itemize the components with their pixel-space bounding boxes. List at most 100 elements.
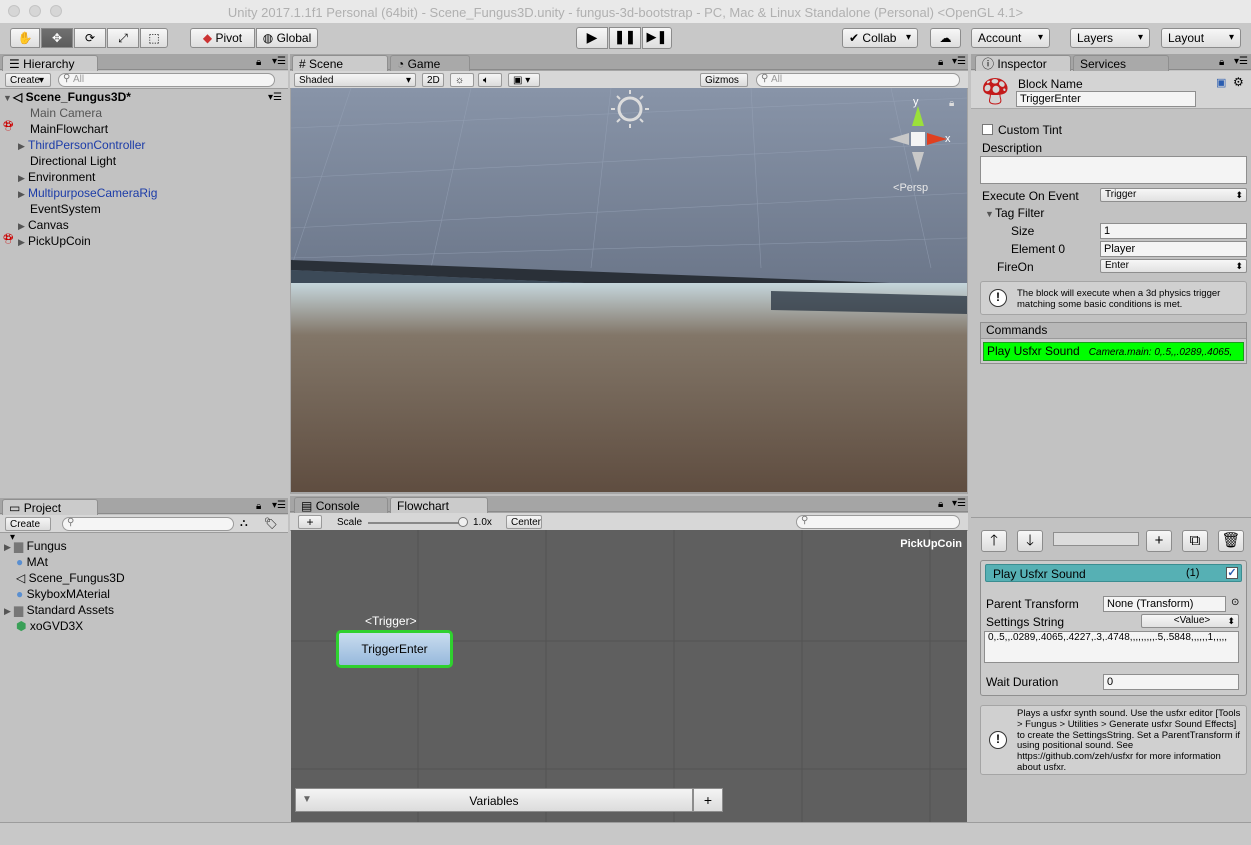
hierarchy-item[interactable]: ▶ PickUpCoin (18, 233, 91, 249)
tab-inspector[interactable]: ⓘ Inspector (975, 55, 1071, 71)
scene-search-input[interactable]: All (756, 73, 960, 87)
gizmo-lock-icon[interactable]: 🔒︎ (949, 98, 954, 109)
gear-icon[interactable]: ⚙ (1233, 75, 1244, 89)
audio-toggle[interactable]: 🔈︎ (478, 73, 502, 87)
move-tool-button[interactable]: ✥ (41, 28, 73, 48)
center-button[interactable]: Center (506, 515, 542, 529)
shading-mode-dropdown[interactable]: Shaded ▾ (294, 73, 416, 87)
gizmos-dropdown[interactable]: Gizmos ▾ (700, 73, 748, 99)
command-search-field[interactable] (1053, 532, 1139, 546)
tab-console[interactable]: ▤ Console (294, 497, 388, 513)
block-trigger-enter[interactable]: TriggerEnter (336, 630, 453, 668)
project-item[interactable]: ▶ ▆ Standard Assets (4, 602, 114, 618)
project-search-input[interactable] (62, 517, 234, 531)
panel-menu-icon[interactable]: ▾☰ (952, 56, 966, 67)
help-book-icon[interactable]: ▣ (1216, 76, 1226, 89)
command-enabled-checkbox[interactable]: ✓ (1226, 567, 1238, 579)
hierarchy-item[interactable]: EventSystem (30, 201, 101, 217)
settings-string-mode-dropdown[interactable]: <Value> (1141, 614, 1239, 628)
execute-on-event-dropdown[interactable]: Trigger (1100, 188, 1247, 202)
filter-label-icon[interactable]: 🏷︎ (264, 517, 278, 530)
filter-type-icon[interactable]: ⛬ (240, 517, 248, 530)
cloud-button[interactable]: ☁ (930, 28, 961, 48)
command-header-bar[interactable]: Play Usfxr Sound (1) ✓ (985, 564, 1242, 582)
tag-filter-foldout[interactable]: ▼Tag Filter (985, 206, 1044, 220)
element0-field[interactable]: Player (1100, 241, 1247, 257)
lock-icon[interactable]: 🔒︎ (938, 57, 943, 68)
delete-command-button[interactable]: 🗑︎ (1218, 530, 1244, 552)
hand-tool-button[interactable]: ✋ (10, 28, 40, 48)
lock-icon[interactable]: 🔒︎ (256, 501, 261, 512)
inspector-splitter[interactable] (971, 517, 1251, 523)
add-block-button[interactable]: + (298, 515, 322, 529)
panel-menu-icon[interactable]: ▾☰ (272, 56, 286, 67)
pivot-toggle[interactable]: ◆ Pivot (190, 28, 255, 48)
variables-bar[interactable]: ▼ Variables (295, 788, 693, 812)
lock-icon[interactable]: 🔒︎ (256, 57, 261, 68)
size-field[interactable]: 1 (1100, 223, 1247, 239)
block-name-field[interactable]: TriggerEnter (1016, 91, 1196, 107)
description-textarea[interactable] (980, 156, 1247, 184)
rotate-tool-button[interactable]: ⟳ (74, 28, 106, 48)
hierarchy-item[interactable]: MainFlowchart (30, 121, 108, 137)
hierarchy-search-input[interactable]: All (58, 73, 275, 87)
tab-scene[interactable]: # Scene (292, 55, 388, 71)
flowchart-canvas[interactable]: PickUpCoin <Trigger> TriggerEnter ▼ Vari… (291, 530, 967, 822)
hierarchy-create-dropdown[interactable]: Create (5, 73, 51, 87)
add-variable-button[interactable]: + (693, 788, 723, 812)
hierarchy-item[interactable]: ▶ Canvas (18, 217, 69, 233)
panel-menu-icon[interactable]: ▾☰ (1234, 56, 1248, 67)
parent-transform-field[interactable]: None (Transform) (1103, 596, 1226, 612)
layers-dropdown[interactable]: Layers (1070, 28, 1150, 48)
lock-icon[interactable]: 🔒︎ (938, 499, 943, 510)
project-item[interactable]: ▶ ▆ Fungus (4, 538, 67, 554)
add-command-button[interactable]: + (1146, 530, 1172, 552)
tab-project[interactable]: ▭ Project (2, 499, 98, 515)
rect-tool-button[interactable]: ⬚ (140, 28, 168, 48)
lighting-toggle[interactable]: ☼ (450, 73, 474, 87)
2d-toggle[interactable]: 2D (422, 73, 444, 87)
hierarchy-item[interactable]: Main Camera (30, 105, 102, 121)
hierarchy-item[interactable]: Directional Light (30, 153, 116, 169)
move-command-up-button[interactable]: 🡑︎ (981, 530, 1007, 552)
tab-services[interactable]: Services (1073, 55, 1169, 71)
command-row-play-usfxr[interactable]: Play Usfxr Sound Camera.main: 0,.5,,.028… (983, 342, 1244, 361)
lock-icon[interactable]: 🔒︎ (1219, 57, 1224, 68)
tab-flowchart[interactable]: Flowchart (390, 497, 488, 513)
scale-slider-handle[interactable] (458, 517, 468, 527)
scale-slider-track[interactable] (368, 522, 464, 524)
play-button[interactable]: ▶ (576, 27, 608, 49)
project-create-dropdown[interactable]: Create ▾ (5, 517, 51, 543)
wait-duration-field[interactable]: 0 (1103, 674, 1239, 690)
effects-dropdown[interactable]: ▣ ▾ (508, 73, 540, 87)
flowchart-search-input[interactable] (796, 515, 960, 529)
scene-root-row[interactable]: ▼◁ Scene_Fungus3D* (3, 89, 131, 105)
hierarchy-item[interactable]: ▶ Environment (18, 169, 95, 185)
hierarchy-item[interactable]: ▶ ThirdPersonController (18, 137, 145, 153)
scene-viewport[interactable]: y x <Persp 🔒︎ (291, 88, 967, 492)
project-item[interactable]: ● SkyboxMAterial (16, 586, 110, 602)
project-item[interactable]: ◁ Scene_Fungus3D (16, 570, 125, 586)
step-button[interactable]: ▶❚ (642, 27, 672, 49)
project-item[interactable]: ⬢ xoGVD3X (16, 618, 83, 634)
projection-label[interactable]: <Persp (893, 182, 928, 194)
fireon-dropdown[interactable]: Enter (1100, 259, 1247, 273)
collab-dropdown[interactable]: ✔ Collab (842, 28, 918, 48)
pause-button[interactable]: ❚❚ (609, 27, 641, 49)
tab-hierarchy[interactable]: ☰ Hierarchy (2, 55, 98, 71)
object-picker-icon[interactable]: ⊙ (1231, 597, 1239, 608)
global-toggle[interactable]: ◍ Global (256, 28, 318, 48)
hierarchy-item[interactable]: ▶ MultipurposeCameraRig (18, 185, 157, 201)
layout-dropdown[interactable]: Layout (1161, 28, 1241, 48)
project-item[interactable]: ● MAt (16, 554, 48, 570)
move-command-down-button[interactable]: 🡓︎ (1017, 530, 1043, 552)
settings-string-textarea[interactable]: 0,.5,,.0289,.4065,.4227,.3,.4748,,,,,,,,… (984, 631, 1239, 663)
tab-game[interactable]: ◔ Game (390, 55, 470, 71)
duplicate-command-button[interactable]: ⧉ (1182, 530, 1208, 552)
account-dropdown[interactable]: Account (971, 28, 1050, 48)
panel-menu-icon[interactable]: ▾☰ (952, 498, 966, 509)
scale-tool-button[interactable]: ⤢ (107, 28, 139, 48)
scene-menu-icon[interactable]: ▾☰ (268, 92, 282, 103)
custom-tint-checkbox[interactable] (982, 124, 993, 135)
panel-menu-icon[interactable]: ▾☰ (272, 500, 286, 511)
